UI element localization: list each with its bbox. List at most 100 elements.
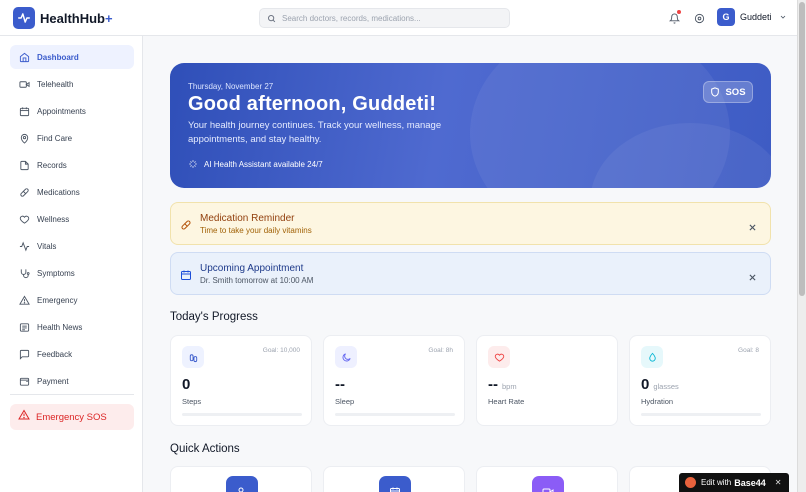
medication-reminder-alert: Medication Reminder Time to take your da… bbox=[170, 202, 771, 245]
app-name-suffix: + bbox=[105, 10, 113, 26]
video-icon bbox=[18, 78, 30, 90]
sidebar-item-feedback[interactable]: Feedback bbox=[10, 342, 134, 366]
close-icon[interactable] bbox=[748, 269, 757, 281]
progress-goal: Goal: 8 bbox=[738, 347, 759, 354]
sidebar-item-health-news[interactable]: Health News bbox=[10, 315, 134, 339]
message-icon bbox=[18, 348, 30, 360]
sidebar-item-vitals[interactable]: Vitals bbox=[10, 234, 134, 258]
sidebar-item-label: Medications bbox=[37, 187, 80, 197]
sidebar-item-label: Payment bbox=[37, 376, 69, 386]
sidebar-item-symptoms[interactable]: Symptoms bbox=[10, 261, 134, 285]
home-icon bbox=[18, 51, 30, 63]
sidebar-item-find-care[interactable]: Find Care bbox=[10, 126, 134, 150]
quick-action-card[interactable] bbox=[323, 466, 465, 492]
alert-triangle-icon bbox=[18, 408, 30, 426]
wallet-icon bbox=[18, 375, 30, 387]
sidebar-divider bbox=[10, 394, 134, 395]
sidebar-item-dashboard[interactable]: Dashboard bbox=[10, 45, 134, 69]
search-icon bbox=[268, 14, 276, 22]
alert-description: Dr. Smith tomorrow at 10:00 AM bbox=[200, 276, 314, 285]
sidebar-item-label: Appointments bbox=[37, 106, 86, 116]
emergency-sos-button[interactable]: Emergency SOS bbox=[10, 404, 134, 430]
file-icon bbox=[18, 159, 30, 171]
sidebar-item-label: Feedback bbox=[37, 349, 73, 359]
sidebar-item-medications[interactable]: Medications bbox=[10, 180, 134, 204]
current-date: Thursday, November 27 bbox=[188, 82, 274, 91]
close-icon[interactable]: ✕ bbox=[775, 478, 782, 487]
top-header: HealthHub + G Guddeti bbox=[0, 0, 797, 36]
sidebar-item-emergency[interactable]: Emergency bbox=[10, 288, 134, 312]
sidebar-item-label: Health News bbox=[37, 322, 83, 332]
calendar-icon bbox=[18, 105, 30, 117]
sos-button[interactable]: SOS bbox=[703, 81, 753, 103]
progress-goal: Goal: 10,000 bbox=[262, 347, 300, 354]
sidebar-item-label: Find Care bbox=[37, 133, 73, 143]
progress-goal: Goal: 8h bbox=[428, 347, 453, 354]
sidebar-item-records[interactable]: Records bbox=[10, 153, 134, 177]
emergency-sos-label: Emergency SOS bbox=[36, 411, 107, 423]
ai-assistant-text: AI Health Assistant available 24/7 bbox=[204, 159, 323, 169]
map-pin-icon bbox=[18, 132, 30, 144]
sidebar-item-payment[interactable]: Payment bbox=[10, 369, 134, 393]
help-circle-icon bbox=[694, 13, 704, 23]
newspaper-icon bbox=[18, 321, 30, 333]
greeting-title: Good afternoon, Guddeti! bbox=[188, 93, 437, 115]
progress-value: 0 bbox=[182, 376, 191, 393]
progress-section-title: Today's Progress bbox=[170, 311, 258, 323]
ai-assistant-note[interactable]: AI Health Assistant available 24/7 bbox=[188, 159, 323, 169]
quick-action-card[interactable] bbox=[170, 466, 312, 492]
notification-dot bbox=[677, 10, 681, 14]
welcome-banner: Thursday, November 27 Good afternoon, Gu… bbox=[170, 63, 771, 188]
sos-label: SOS bbox=[725, 86, 746, 98]
notification-button[interactable] bbox=[667, 10, 681, 25]
sidebar-item-label: Emergency bbox=[37, 295, 78, 305]
quick-action-card[interactable] bbox=[476, 466, 618, 492]
user-menu[interactable]: G Guddeti bbox=[717, 8, 787, 26]
page-scrollbar[interactable] bbox=[797, 0, 806, 492]
droplet-icon bbox=[641, 346, 663, 368]
progress-card-hydration[interactable]: Goal: 8 0 glasses Hydration bbox=[629, 335, 771, 426]
moon-icon bbox=[335, 346, 357, 368]
sparkles-icon bbox=[189, 160, 197, 168]
search-input[interactable] bbox=[282, 13, 502, 23]
chevron-down-icon bbox=[780, 15, 785, 19]
quick-actions-title: Quick Actions bbox=[170, 443, 240, 455]
progress-label: Steps bbox=[182, 397, 202, 406]
sidebar-item-label: Wellness bbox=[37, 214, 70, 224]
pill-icon bbox=[18, 186, 30, 198]
calendar-icon bbox=[180, 268, 192, 280]
progress-bar bbox=[182, 413, 302, 416]
sidebar: Dashboard Telehealth Appointments Find C… bbox=[0, 36, 143, 492]
progress-card-sleep[interactable]: Goal: 8h -- Sleep bbox=[323, 335, 465, 426]
sidebar-item-label: Dashboard bbox=[37, 52, 79, 62]
edit-badge-text: Edit with bbox=[701, 478, 732, 487]
sidebar-item-telehealth[interactable]: Telehealth bbox=[10, 72, 134, 96]
pill-icon bbox=[180, 218, 192, 230]
search-bar[interactable] bbox=[259, 8, 510, 28]
progress-card-heart-rate[interactable]: -- bpm Heart Rate bbox=[476, 335, 618, 426]
edit-with-badge[interactable]: Edit with Base44 ✕ bbox=[679, 473, 789, 492]
progress-bar bbox=[641, 413, 761, 416]
edit-badge-brand: Base44 bbox=[734, 477, 766, 488]
app-logo[interactable]: HealthHub + bbox=[13, 7, 113, 29]
scrollbar-thumb[interactable] bbox=[799, 2, 805, 296]
sidebar-item-label: Records bbox=[37, 160, 67, 170]
user-plus-icon bbox=[226, 476, 258, 492]
sidebar-item-appointments[interactable]: Appointments bbox=[10, 99, 134, 123]
pulse-icon bbox=[13, 7, 35, 29]
progress-value: -- bpm bbox=[488, 376, 517, 393]
upcoming-appointment-alert: Upcoming Appointment Dr. Smith tomorrow … bbox=[170, 252, 771, 295]
activity-icon bbox=[18, 240, 30, 252]
alert-triangle-icon bbox=[18, 294, 30, 306]
stethoscope-icon bbox=[18, 267, 30, 279]
sidebar-item-wellness[interactable]: Wellness bbox=[10, 207, 134, 231]
progress-label: Sleep bbox=[335, 397, 355, 406]
app-name: HealthHub bbox=[40, 10, 105, 26]
sidebar-item-label: Vitals bbox=[37, 241, 57, 251]
heart-icon bbox=[488, 346, 510, 368]
greeting-subtitle: Your health journey continues. Track you… bbox=[188, 120, 442, 145]
close-icon[interactable] bbox=[748, 219, 757, 231]
help-button[interactable] bbox=[692, 11, 706, 25]
progress-card-steps[interactable]: Goal: 10,000 0 Steps bbox=[170, 335, 312, 426]
progress-value: -- bbox=[335, 376, 345, 393]
